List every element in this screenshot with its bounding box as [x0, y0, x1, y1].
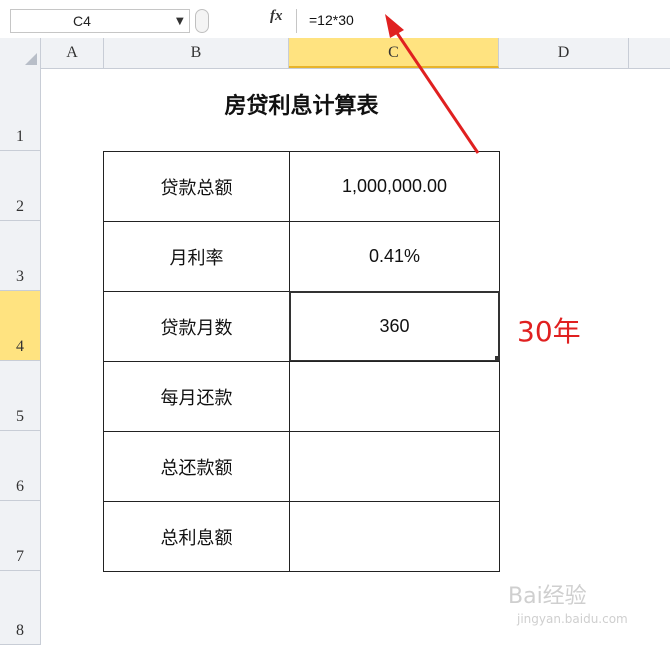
annotation-arrow	[385, 14, 480, 154]
watermark-url: jingyan.baidu.com	[517, 612, 628, 626]
watermark-logo: Bai经验	[508, 584, 587, 609]
